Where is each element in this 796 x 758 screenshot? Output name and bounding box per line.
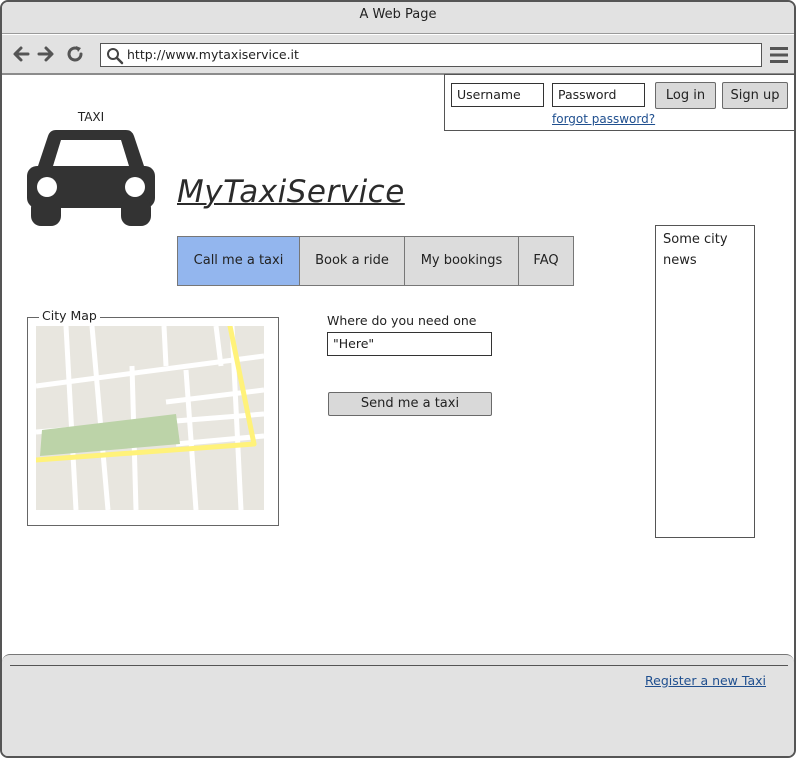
tab-book-a-ride[interactable]: Book a ride: [300, 237, 405, 285]
window-title: A Web Page: [359, 7, 437, 22]
password-placeholder: Password: [558, 87, 617, 102]
login-panel: Username Password Log in Sign up forgot …: [444, 74, 794, 131]
login-button[interactable]: Log in: [655, 82, 716, 109]
taxi-icon: [27, 130, 155, 226]
password-field[interactable]: Password: [552, 83, 645, 107]
username-field[interactable]: Username: [451, 83, 544, 107]
signup-button[interactable]: Sign up: [722, 82, 788, 109]
city-map-legend: City Map: [39, 308, 100, 323]
site-title[interactable]: MyTaxiService: [177, 174, 405, 210]
hamburger-menu-icon[interactable]: [769, 46, 789, 64]
city-news-text: Some city news: [663, 232, 728, 268]
tab-faq[interactable]: FAQ: [519, 237, 573, 285]
search-icon: [107, 48, 124, 65]
browser-toolbar: http://www.mytaxiservice.it: [2, 35, 794, 75]
pickup-location-input[interactable]: "Here": [327, 332, 492, 356]
forward-arrow-icon[interactable]: [36, 44, 56, 64]
logo-caption: TAXI: [77, 110, 105, 124]
tab-my-bookings[interactable]: My bookings: [405, 237, 519, 285]
city-news-panel: Some city news: [655, 225, 755, 538]
pickup-location-label: Where do you need one: [327, 313, 477, 328]
address-url: http://www.mytaxiservice.it: [127, 47, 299, 62]
reload-icon[interactable]: [65, 44, 85, 64]
browser-window: A Web Page http://www.mytaxiservice.it U…: [0, 0, 796, 758]
send-taxi-button[interactable]: Send me a taxi: [328, 392, 492, 416]
address-bar[interactable]: http://www.mytaxiservice.it: [100, 43, 762, 67]
page-footer: Register a new Taxi: [2, 654, 794, 756]
city-map[interactable]: [36, 326, 264, 510]
back-arrow-icon[interactable]: [11, 44, 31, 64]
tab-call-me-a-taxi[interactable]: Call me a taxi: [178, 237, 300, 285]
forgot-password-link[interactable]: forgot password?: [552, 112, 655, 126]
footer-divider: [10, 665, 788, 666]
pickup-location-value: "Here": [333, 336, 375, 351]
main-nav-tabs: Call me a taxi Book a ride My bookings F…: [177, 236, 574, 286]
window-title-bar: A Web Page: [2, 2, 794, 34]
register-taxi-link[interactable]: Register a new Taxi: [645, 673, 766, 688]
username-placeholder: Username: [457, 87, 521, 102]
